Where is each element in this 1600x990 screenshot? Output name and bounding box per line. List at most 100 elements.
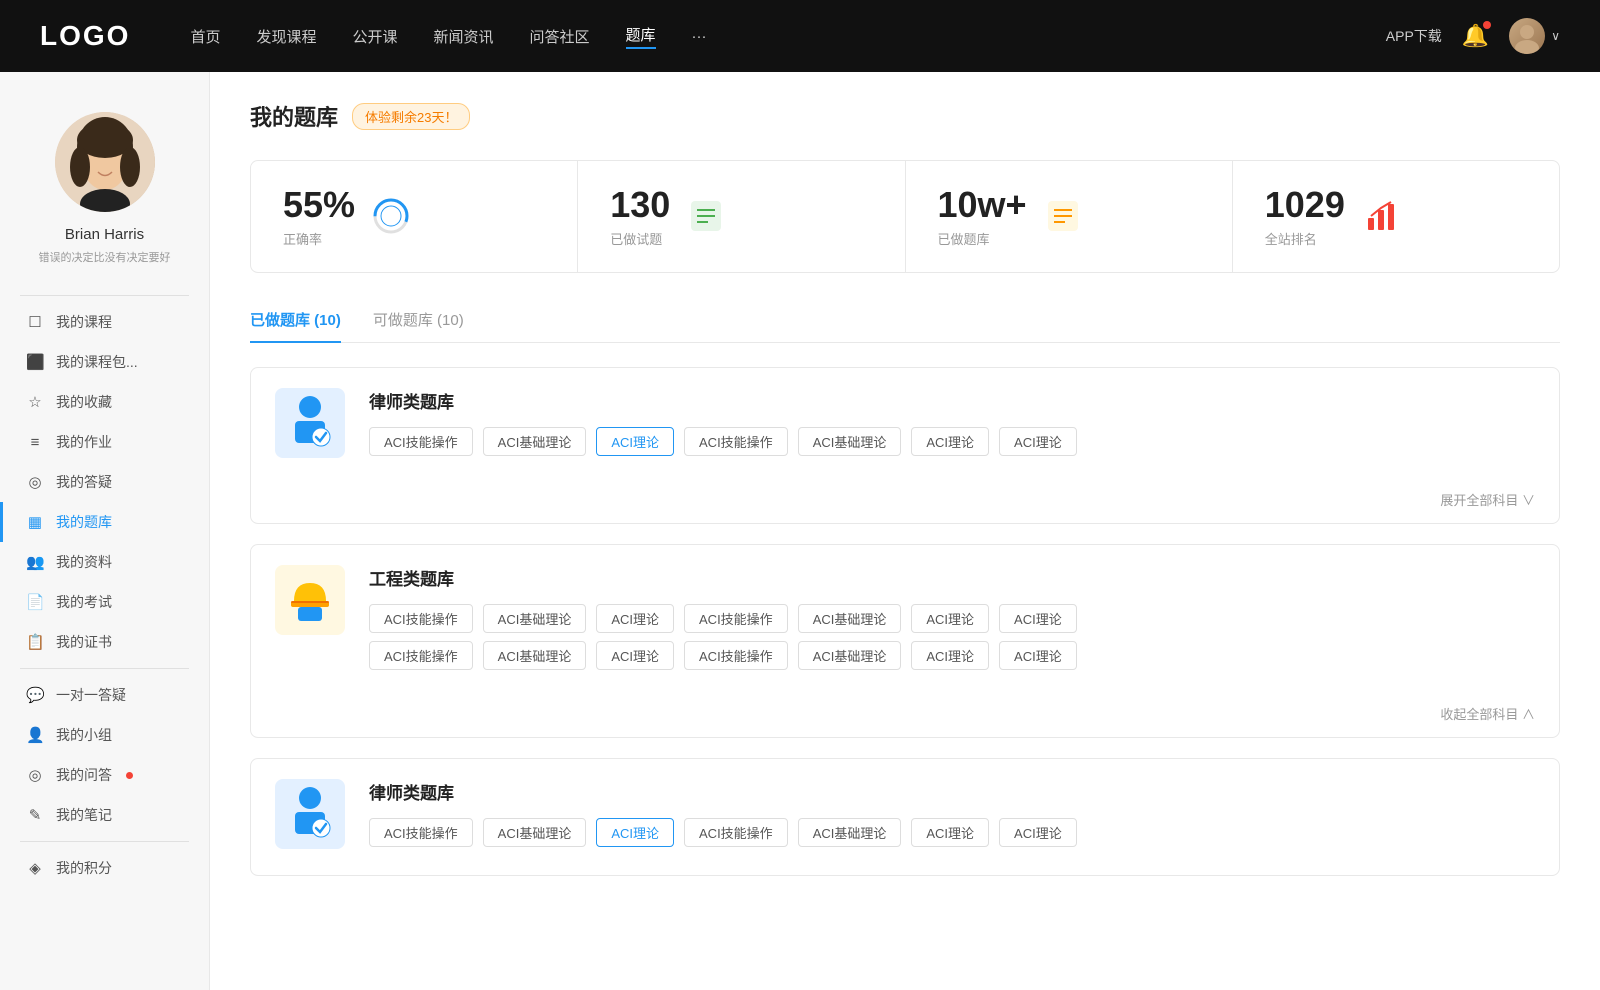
user-avatar-menu[interactable]: ∨ xyxy=(1509,18,1560,54)
tag-eng-r2-6[interactable]: ACI理论 xyxy=(999,641,1077,670)
sidebar-label-my-points: 我的积分 xyxy=(56,858,112,878)
tag-lawyer1-0[interactable]: ACI技能操作 xyxy=(369,427,473,456)
stat-label-site-rank: 全站排名 xyxy=(1265,229,1345,248)
tag-eng-1[interactable]: ACI基础理论 xyxy=(483,604,587,633)
stat-info-banks-done: 10w+ 已做题库 xyxy=(938,185,1027,248)
sidebar-label-my-favorites: 我的收藏 xyxy=(56,392,112,412)
qbank-body-lawyer-2: 律师类题库 ACI技能操作 ACI基础理论 ACI理论 ACI技能操作 ACI基… xyxy=(369,779,1535,855)
tag-lawyer2-2[interactable]: ACI理论 xyxy=(596,818,674,847)
sidebar-divider-3 xyxy=(20,841,189,842)
qbank-card-inner-engineering: 工程类题库 ACI技能操作 ACI基础理论 ACI理论 ACI技能操作 ACI基… xyxy=(251,545,1559,698)
tag-lawyer1-5[interactable]: ACI理论 xyxy=(911,427,989,456)
sidebar-item-my-exams[interactable]: 📄 我的考试 xyxy=(0,582,209,622)
sidebar-item-my-answers[interactable]: ◎ 我的问答 xyxy=(0,755,209,795)
sidebar-item-my-courses[interactable]: ☐ 我的课程 xyxy=(0,302,209,342)
sidebar-item-my-points[interactable]: ◈ 我的积分 xyxy=(0,848,209,888)
sidebar-label-my-exams: 我的考试 xyxy=(56,592,112,612)
tag-eng-0[interactable]: ACI技能操作 xyxy=(369,604,473,633)
tag-eng-r2-3[interactable]: ACI技能操作 xyxy=(684,641,788,670)
nav-discover[interactable]: 发现课程 xyxy=(256,26,316,47)
tag-eng-4[interactable]: ACI基础理论 xyxy=(798,604,902,633)
tag-eng-3[interactable]: ACI技能操作 xyxy=(684,604,788,633)
tag-lawyer2-4[interactable]: ACI基础理论 xyxy=(798,818,902,847)
nav-open-course[interactable]: 公开课 xyxy=(352,26,397,47)
sidebar-label-my-courses: 我的课程 xyxy=(56,312,112,332)
qbank-body-engineering: 工程类题库 ACI技能操作 ACI基础理论 ACI理论 ACI技能操作 ACI基… xyxy=(369,565,1535,678)
stat-icon-site-rank xyxy=(1361,196,1401,236)
sidebar-item-my-certificates[interactable]: 📋 我的证书 xyxy=(0,622,209,662)
navbar-right: APP下载 🔔 ∨ xyxy=(1386,18,1560,54)
tag-lawyer2-0[interactable]: ACI技能操作 xyxy=(369,818,473,847)
sidebar-label-my-course-packages: 我的课程包... xyxy=(56,352,138,372)
tag-eng-r2-1[interactable]: ACI基础理论 xyxy=(483,641,587,670)
page-header: 我的题库 体验剩余23天！ xyxy=(250,100,1560,132)
stat-label-banks-done: 已做题库 xyxy=(938,229,1027,248)
tag-lawyer2-3[interactable]: ACI技能操作 xyxy=(684,818,788,847)
course-packages-icon: ⬛ xyxy=(26,353,44,371)
notification-dot xyxy=(1483,21,1491,29)
sidebar-item-my-profile[interactable]: 👥 我的资料 xyxy=(0,542,209,582)
tag-lawyer2-5[interactable]: ACI理论 xyxy=(911,818,989,847)
nav-home[interactable]: 首页 xyxy=(190,26,220,47)
tag-lawyer2-1[interactable]: ACI基础理论 xyxy=(483,818,587,847)
stat-icon-correct-rate xyxy=(371,196,411,236)
user-motto: 错误的决定比没有决定要好 xyxy=(29,249,181,265)
qbank-collapse-engineering[interactable]: 收起全部科目 ∧ xyxy=(251,698,1559,737)
sidebar-label-my-profile: 我的资料 xyxy=(56,552,112,572)
sidebar-avatar xyxy=(55,112,155,212)
avatar xyxy=(1509,18,1545,54)
user-name: Brian Harris xyxy=(65,226,144,243)
qbank-title-lawyer-2: 律师类题库 xyxy=(369,779,1535,804)
stat-questions-done: 130 已做试题 xyxy=(578,161,905,272)
stat-value-correct-rate: 55% xyxy=(283,185,355,225)
tag-lawyer2-6[interactable]: ACI理论 xyxy=(999,818,1077,847)
nav-more[interactable]: ··· xyxy=(692,28,707,45)
tag-lawyer1-3[interactable]: ACI技能操作 xyxy=(684,427,788,456)
tab-available[interactable]: 可做题库 (10) xyxy=(373,301,464,342)
qbank-icon-lawyer-1 xyxy=(275,388,345,458)
question-bank-icon: ▦ xyxy=(26,513,44,531)
nav-question-bank[interactable]: 题库 xyxy=(626,24,656,49)
sidebar-item-my-notes[interactable]: ✎ 我的笔记 xyxy=(0,795,209,835)
sidebar-item-my-homework[interactable]: ≡ 我的作业 xyxy=(0,422,209,462)
tag-eng-5[interactable]: ACI理论 xyxy=(911,604,989,633)
tag-lawyer1-4[interactable]: ACI基础理论 xyxy=(798,427,902,456)
sidebar-item-my-course-packages[interactable]: ⬛ 我的课程包... xyxy=(0,342,209,382)
sidebar-item-my-group[interactable]: 👤 我的小组 xyxy=(0,715,209,755)
answers-icon: ◎ xyxy=(26,766,44,784)
notes-icon: ✎ xyxy=(26,806,44,824)
qbank-tags-lawyer-1: ACI技能操作 ACI基础理论 ACI理论 ACI技能操作 ACI基础理论 AC… xyxy=(369,427,1535,456)
tag-lawyer1-6[interactable]: ACI理论 xyxy=(999,427,1077,456)
notification-bell[interactable]: 🔔 xyxy=(1462,23,1489,49)
sidebar-item-my-questions[interactable]: ◎ 我的答疑 xyxy=(0,462,209,502)
sidebar-label-my-homework: 我的作业 xyxy=(56,432,112,452)
trial-badge: 体验剩余23天！ xyxy=(352,103,470,130)
tag-lawyer1-2[interactable]: ACI理论 xyxy=(596,427,674,456)
sidebar-item-my-favorites[interactable]: ☆ 我的收藏 xyxy=(0,382,209,422)
tag-eng-r2-0[interactable]: ACI技能操作 xyxy=(369,641,473,670)
tag-eng-2[interactable]: ACI理论 xyxy=(596,604,674,633)
qbank-title-engineering: 工程类题库 xyxy=(369,565,1535,590)
sidebar-item-one-on-one[interactable]: 💬 一对一答疑 xyxy=(0,675,209,715)
group-icon: 👤 xyxy=(26,726,44,744)
qbank-icon-engineering xyxy=(275,565,345,635)
navbar: LOGO 首页 发现课程 公开课 新闻资讯 问答社区 题库 ··· APP下载 … xyxy=(0,0,1600,72)
tag-lawyer1-1[interactable]: ACI基础理论 xyxy=(483,427,587,456)
points-icon: ◈ xyxy=(26,859,44,877)
sidebar-label-my-questions: 我的答疑 xyxy=(56,472,112,492)
tab-done[interactable]: 已做题库 (10) xyxy=(250,301,341,342)
tag-eng-6[interactable]: ACI理论 xyxy=(999,604,1077,633)
qbank-expand-lawyer-1[interactable]: 展开全部科目 ∨ xyxy=(251,484,1559,523)
main-content: 我的题库 体验剩余23天！ 55% 正确率 xyxy=(210,72,1600,990)
tag-eng-r2-4[interactable]: ACI基础理论 xyxy=(798,641,902,670)
nav-qa[interactable]: 问答社区 xyxy=(530,26,590,47)
stat-icon-questions-done xyxy=(686,196,726,236)
sidebar-item-my-question-bank[interactable]: ▦ 我的题库 xyxy=(0,502,209,542)
tag-eng-r2-2[interactable]: ACI理论 xyxy=(596,641,674,670)
app-download-btn[interactable]: APP下载 xyxy=(1386,26,1442,46)
nav-news[interactable]: 新闻资讯 xyxy=(434,26,494,47)
tag-eng-r2-5[interactable]: ACI理论 xyxy=(911,641,989,670)
sidebar-label-my-answers: 我的问答 xyxy=(56,765,112,785)
stat-label-correct-rate: 正确率 xyxy=(283,229,355,248)
stat-value-questions-done: 130 xyxy=(610,185,670,225)
